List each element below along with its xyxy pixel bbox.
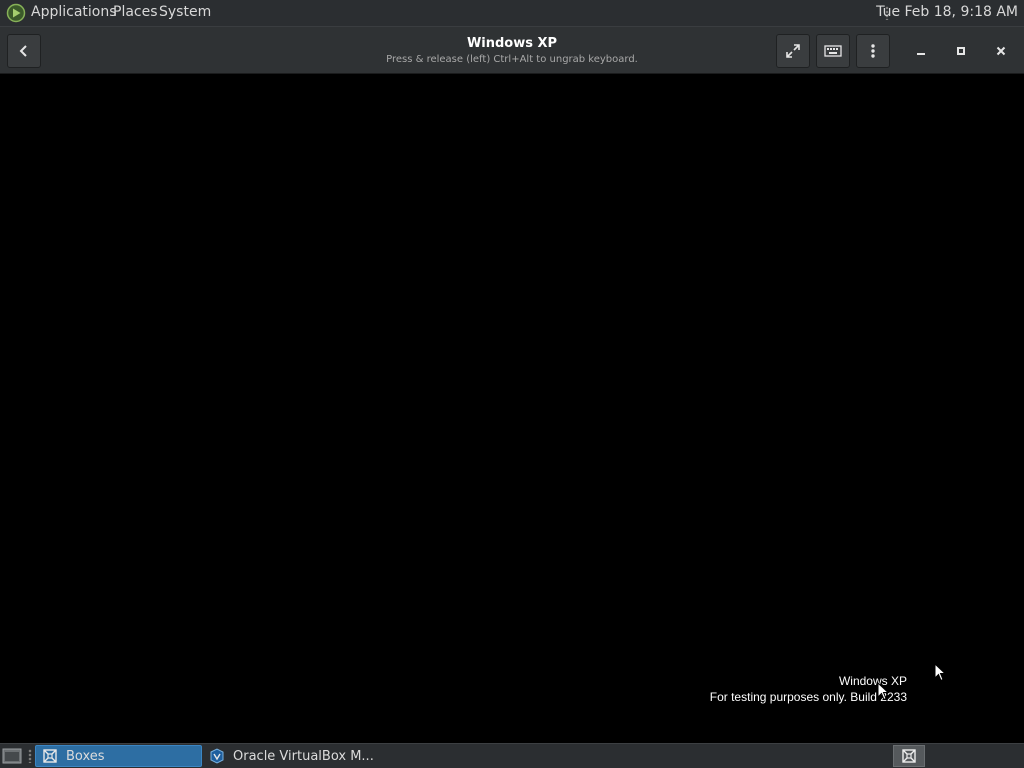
- boxes-icon: [43, 749, 57, 763]
- bottom-panel: Boxes Oracle VirtualBox M...: [0, 743, 1024, 768]
- keyboard-button[interactable]: [816, 34, 850, 68]
- task-label: Oracle VirtualBox M...: [233, 748, 374, 764]
- menu-button[interactable]: [856, 34, 890, 68]
- close-button[interactable]: [984, 34, 1018, 68]
- minimize-button[interactable]: [904, 34, 938, 68]
- kebab-menu-icon: [871, 44, 875, 58]
- fullscreen-icon: [786, 44, 800, 58]
- maximize-button[interactable]: [944, 34, 978, 68]
- chevron-left-icon: [19, 45, 27, 57]
- system-menu[interactable]: System: [159, 4, 211, 20]
- task-label: Boxes: [66, 748, 105, 764]
- virtualbox-icon: [210, 748, 224, 764]
- vm-display[interactable]: Windows XP For testing purposes only. Bu…: [0, 74, 1024, 743]
- workspace-switcher[interactable]: [893, 745, 925, 767]
- task-virtualbox[interactable]: Oracle VirtualBox M...: [203, 745, 383, 767]
- show-desktop-icon[interactable]: [2, 746, 22, 766]
- taskbar-handle[interactable]: [28, 749, 32, 763]
- task-boxes[interactable]: Boxes: [35, 745, 202, 767]
- guest-cursor-icon: [877, 682, 889, 701]
- mouse-cursor-icon: [934, 663, 946, 682]
- clock[interactable]: Tue Feb 18, 9:18 AM: [876, 4, 1018, 20]
- back-button[interactable]: [7, 34, 41, 68]
- close-icon: [996, 46, 1006, 56]
- keyboard-icon: [824, 45, 842, 57]
- mate-logo-icon[interactable]: [6, 3, 26, 23]
- maximize-icon: [957, 47, 965, 55]
- window-title: Windows XP: [466, 36, 558, 51]
- window-subtitle: Press & release (left) Ctrl+Alt to ungra…: [386, 54, 638, 65]
- boxes-tray-icon: [902, 749, 916, 763]
- places-menu[interactable]: Places: [113, 4, 158, 20]
- xp-watermark-title: Windows XP: [838, 674, 907, 688]
- fullscreen-button[interactable]: [776, 34, 810, 68]
- window-headerbar: Windows XP Press & release (left) Ctrl+A…: [0, 26, 1024, 74]
- minimize-icon: [917, 53, 925, 55]
- top-panel: Applications Places System Tue Feb 18, 9…: [0, 0, 1024, 26]
- applications-menu[interactable]: Applications: [31, 4, 117, 20]
